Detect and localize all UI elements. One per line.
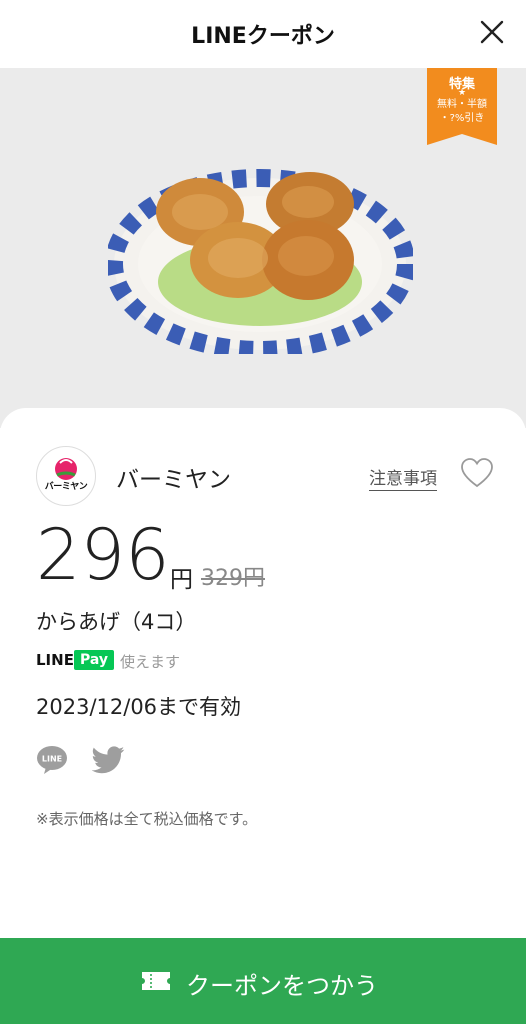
page-title: LINEクーポン <box>191 24 335 49</box>
tax-note: ※表示価格は全て税込価格です。 <box>36 810 258 828</box>
notes-link[interactable]: 注意事項 <box>369 464 437 491</box>
linepay-logo-pay: Pay <box>74 650 115 670</box>
fried-chicken-image <box>108 169 413 354</box>
linepay-usable-text: 使えます <box>120 653 181 671</box>
linepay-logo-line: LINE <box>36 651 74 669</box>
item-name: からあげ（4コ） <box>36 610 197 634</box>
logo-text: バーミヤン <box>44 482 88 492</box>
twitter-share-icon[interactable] <box>92 746 125 774</box>
use-coupon-label: クーポンをつかう <box>186 972 378 1000</box>
valid-until: 2023/12/06まで有効 <box>36 695 242 719</box>
header: LINEクーポン <box>0 0 526 68</box>
close-icon[interactable] <box>476 16 508 48</box>
shop-logo: バーミヤン <box>36 446 96 506</box>
heart-icon[interactable] <box>460 457 494 489</box>
original-price: 329円 <box>201 566 265 591</box>
price-yen: 円 <box>170 567 193 593</box>
ticket-icon <box>142 972 170 990</box>
line-share-icon[interactable]: LINE <box>36 744 68 776</box>
line-share-label: LINE <box>42 755 62 764</box>
shop-name: バーミヤン <box>116 467 231 493</box>
feature-badge <box>427 68 497 145</box>
coupon-card: バーミヤン バーミヤン 注意事項 296 円 329円 からあげ（4コ） LIN… <box>0 408 526 1024</box>
use-coupon-button[interactable]: クーポンをつかう <box>0 938 526 1024</box>
hero-image: 特集 ★ 無料・半額 ・?%引き <box>0 68 526 428</box>
coupon-price: 296 <box>36 514 170 596</box>
